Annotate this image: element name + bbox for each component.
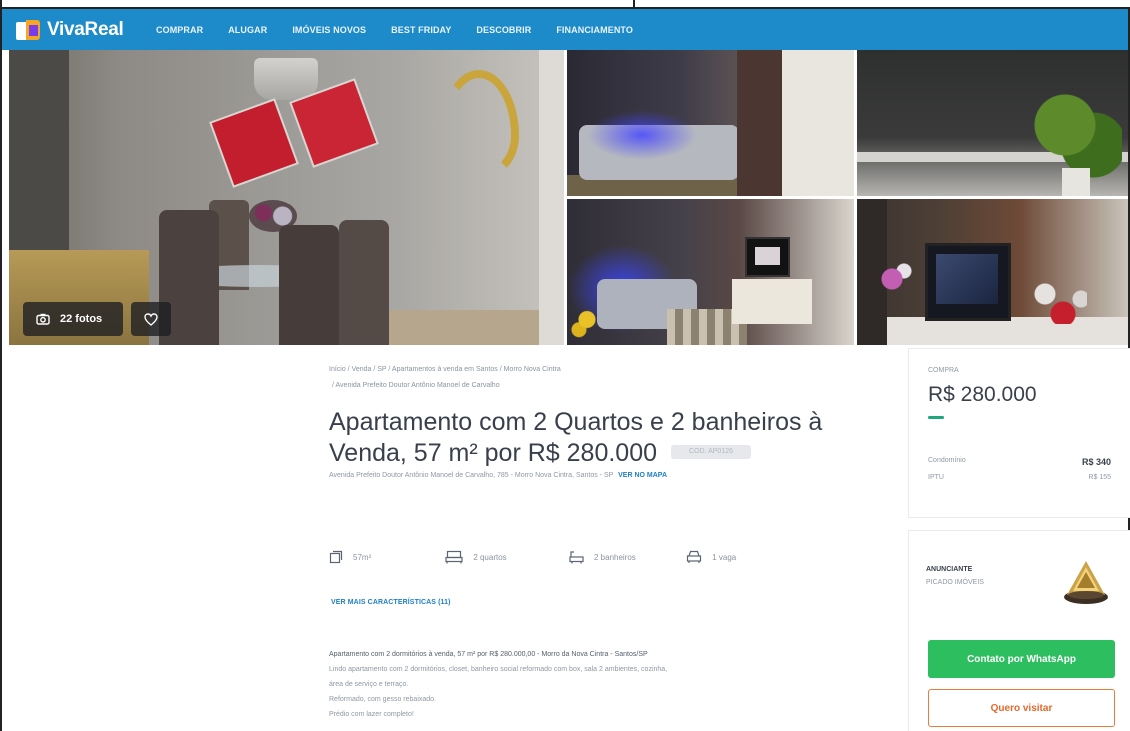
photo-gallery: 22 fotos — [9, 50, 1128, 345]
frame-tick — [633, 0, 635, 9]
page: VivaReal COMPRAR ALUGAR IMÓVEIS NOVOS BE… — [0, 0, 1130, 731]
price-card: COMPRA R$ 280.000 Condomínio R$ 340 IPTU… — [908, 348, 1130, 518]
amenity-parking-label: 1 vaga — [712, 552, 737, 562]
amenity-bedrooms: 2 quartos — [445, 550, 569, 564]
photo-count-button[interactable]: 22 fotos — [23, 302, 123, 336]
amenity-bedrooms-label: 2 quartos — [473, 552, 507, 562]
listing-title: Apartamento com 2 Quartos e 2 banheiros … — [329, 407, 869, 469]
price-label: COMPRA — [928, 367, 959, 374]
iptu-label: IPTU — [928, 474, 944, 481]
photo-living-room-tv[interactable] — [567, 199, 854, 345]
amenity-bathrooms: 2 banheiros — [569, 550, 686, 564]
iptu-value: R$ 155 — [1088, 474, 1111, 481]
photo-tv-wall[interactable] — [857, 199, 1128, 345]
iptu-row: IPTU R$ 155 — [928, 474, 1111, 481]
site-header: VivaReal COMPRAR ALUGAR IMÓVEIS NOVOS BE… — [2, 9, 1128, 50]
description-line: Apartamento com 2 dormitórios à venda, 5… — [329, 651, 648, 658]
condo-fee-label: Condomínio — [928, 457, 966, 464]
favorite-button[interactable] — [131, 302, 171, 336]
nav-imoveis-novos[interactable]: IMÓVEIS NOVOS — [292, 25, 366, 35]
top-frame-bar — [2, 0, 1130, 9]
description-line: Prédio com lazer completo! — [329, 711, 414, 718]
logo-mark-icon — [16, 19, 42, 40]
vivareal-logo[interactable]: VivaReal — [16, 19, 146, 41]
breadcrumb[interactable]: Início / Venda / SP / Apartamentos à ven… — [329, 362, 729, 394]
photo-balcony-view[interactable] — [857, 50, 1128, 196]
camera-icon — [36, 313, 50, 325]
listing-main: Início / Venda / SP / Apartamentos à ven… — [329, 362, 889, 479]
bathtub-icon — [569, 551, 584, 564]
condo-fee-row: Condomínio R$ 340 — [928, 457, 1111, 467]
listing-code-badge: COD. AP0126 — [671, 445, 752, 460]
advertiser-card: ANUNCIANTE PICADO IMÓVEIS Contato por Wh… — [908, 530, 1130, 731]
price-accent-bar — [928, 416, 944, 419]
condo-fee-value: R$ 340 — [1081, 457, 1111, 467]
main-nav: COMPRAR ALUGAR IMÓVEIS NOVOS BEST FRIDAY… — [156, 25, 658, 35]
area-icon — [329, 550, 343, 564]
description-line: área de serviço e terraço. — [329, 681, 409, 688]
address-text: Avenida Prefeito Doutor Antônio Manoel d… — [329, 472, 614, 479]
amenity-area: 57m² — [329, 550, 445, 564]
nav-financiamento[interactable]: FINANCIAMENTO — [556, 25, 633, 35]
photo-dining-room[interactable] — [9, 50, 564, 345]
listing-description: Apartamento com 2 dormitórios à venda, 5… — [329, 647, 889, 722]
nav-descobrir[interactable]: DESCOBRIR — [476, 25, 531, 35]
listing-address: Avenida Prefeito Doutor Antônio Manoel d… — [329, 472, 889, 479]
breadcrumb-line-2[interactable]: / Avenida Prefeito Doutor Antônio Manoel… — [329, 378, 729, 394]
whatsapp-contact-button[interactable]: Contato por WhatsApp — [928, 640, 1115, 678]
nav-comprar[interactable]: COMPRAR — [156, 25, 203, 35]
amenities-list: 57m² 2 quartos 2 banheiros 1 vaga — [329, 550, 809, 564]
view-on-map-link[interactable]: VER NO MAPA — [618, 472, 667, 479]
photo-living-room-sofa[interactable] — [567, 50, 854, 196]
logo-text: VivaReal — [47, 18, 124, 40]
advertiser-logo-icon[interactable] — [1059, 555, 1113, 609]
more-features-link[interactable]: VER MAIS CARACTERÍSTICAS (11) — [331, 599, 451, 606]
nav-alugar[interactable]: ALUGAR — [228, 25, 267, 35]
schedule-visit-button[interactable]: Quero visitar — [928, 689, 1115, 727]
heart-icon — [144, 312, 158, 326]
bed-icon — [445, 550, 463, 564]
car-icon — [687, 550, 702, 563]
breadcrumb-line-1[interactable]: Início / Venda / SP / Apartamentos à ven… — [329, 366, 561, 373]
amenity-area-label: 57m² — [353, 552, 372, 562]
amenity-bathrooms-label: 2 banheiros — [594, 552, 636, 562]
description-line: Lindo apartamento com 2 dormitórios, clo… — [329, 666, 668, 673]
nav-best-friday[interactable]: BEST FRIDAY — [391, 25, 451, 35]
photo-count-label: 22 fotos — [60, 313, 103, 325]
price-value: R$ 280.000 — [928, 383, 1037, 406]
amenity-parking: 1 vaga — [686, 550, 809, 564]
description-line: Reformado, com gesso rebaixado. — [329, 696, 436, 703]
